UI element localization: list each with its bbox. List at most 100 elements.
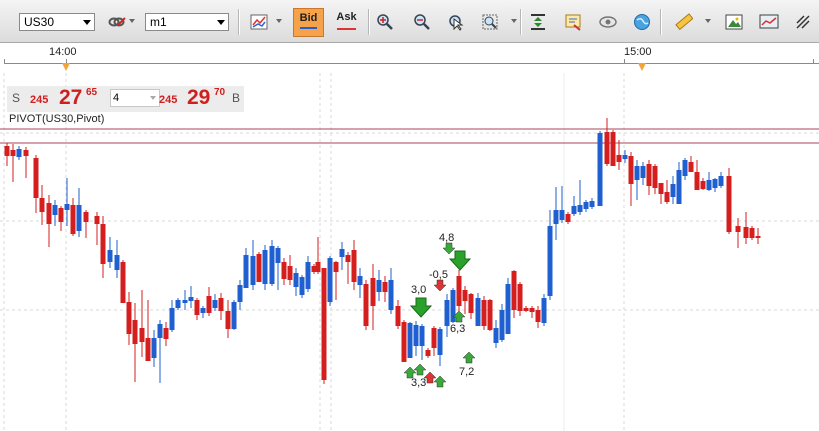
candle-down <box>535 306 541 328</box>
image-icon[interactable] <box>722 10 746 34</box>
toolbar-divider <box>660 9 662 35</box>
candle-up <box>413 321 419 356</box>
candle-down <box>395 300 401 329</box>
toolbar-divider <box>368 9 370 35</box>
candle-down <box>120 260 126 303</box>
chevron-down-icon[interactable] <box>705 19 711 23</box>
candle-down <box>206 287 212 316</box>
candle-body <box>652 166 658 188</box>
chevron-down-icon <box>83 20 91 25</box>
candle-body <box>194 300 200 315</box>
candle-down <box>468 293 474 319</box>
candle-body <box>388 280 394 310</box>
candle-body <box>456 276 462 306</box>
candle-up <box>419 324 425 360</box>
buy-price-pips[interactable]: 70 <box>214 87 225 98</box>
price-chart[interactable]: 4,8 -0,53,0 6,3 7,2 3,3 <box>0 73 819 431</box>
candle-body <box>275 248 281 263</box>
candle-body <box>395 306 401 326</box>
candle-up <box>583 200 589 212</box>
link-icon[interactable] <box>105 10 129 34</box>
candle-down <box>363 280 369 330</box>
candle-down <box>735 218 741 248</box>
candle-up <box>541 294 547 326</box>
signal-label: 3,3 <box>411 377 426 389</box>
time-marker-icon[interactable] <box>62 63 70 71</box>
candle-body <box>712 179 718 188</box>
chevron-down-icon[interactable] <box>511 19 517 23</box>
candle-up <box>64 178 70 226</box>
candle-up <box>670 176 676 204</box>
candle-up <box>676 162 682 204</box>
eye-icon[interactable] <box>596 10 620 34</box>
candle-up <box>634 160 640 200</box>
candle-up <box>107 237 113 268</box>
fit-icon[interactable] <box>526 10 550 34</box>
arrow-down-icon <box>433 279 447 292</box>
chevron-down-icon[interactable] <box>129 19 135 23</box>
candle-up <box>293 268 299 296</box>
candle-body <box>145 338 151 361</box>
symbol-select[interactable]: US30 <box>19 13 95 31</box>
sell-price-main[interactable]: 27 <box>59 86 82 110</box>
candle-down <box>652 164 658 194</box>
candle-body <box>597 133 603 206</box>
zoom-in-icon[interactable] <box>373 10 397 34</box>
chevron-down-icon[interactable] <box>276 19 282 23</box>
candle-body <box>640 166 646 178</box>
toolbar-divider <box>520 9 522 35</box>
candle-body <box>559 210 565 220</box>
time-label: 14:00 <box>49 46 77 58</box>
candle-body <box>604 132 610 164</box>
candle-body <box>487 300 493 330</box>
ruler-icon[interactable] <box>672 10 696 34</box>
candle-down <box>401 320 407 362</box>
buy-price-main[interactable]: 29 <box>187 86 210 110</box>
candle-body <box>553 210 559 224</box>
zoom-area-icon[interactable] <box>478 10 502 34</box>
candle-up <box>157 320 163 383</box>
quantity-input[interactable]: 4 <box>110 89 160 107</box>
screenshot-icon[interactable] <box>757 10 781 34</box>
candle-down <box>565 212 571 224</box>
cursor-icon[interactable] <box>443 10 467 34</box>
quote-panel: S 245 27 65 4 245 29 70 B <box>7 86 244 112</box>
ask-button[interactable]: Ask <box>331 8 362 37</box>
candle-down <box>487 299 493 331</box>
candle-up <box>175 298 181 310</box>
draw-icon[interactable] <box>791 10 815 34</box>
sell-label[interactable]: S <box>12 91 20 105</box>
sell-price-pips[interactable]: 65 <box>86 87 97 98</box>
sell-price-prefix[interactable]: 245 <box>30 94 48 106</box>
candle-down <box>370 264 376 330</box>
chart-type-icon[interactable] <box>247 10 271 34</box>
candle-body <box>700 181 706 189</box>
time-marker-icon[interactable] <box>638 63 646 71</box>
candle-body <box>218 298 224 311</box>
candle-up <box>553 187 559 240</box>
candle-up <box>243 248 249 288</box>
candle-body <box>577 205 583 212</box>
candle-down <box>4 143 10 166</box>
candle-body <box>100 224 106 264</box>
buy-price-prefix[interactable]: 245 <box>159 94 177 106</box>
candle-up <box>376 270 382 301</box>
candle-up <box>114 240 120 278</box>
candle-body <box>688 162 694 172</box>
timeframe-select[interactable]: m1 <box>145 13 229 31</box>
candle-down <box>517 282 523 316</box>
candle-body <box>287 266 293 280</box>
settings-icon[interactable] <box>561 10 585 34</box>
candle-up <box>577 180 583 215</box>
candle-body <box>565 214 571 222</box>
candle-up <box>597 131 603 206</box>
candle-down <box>755 228 761 244</box>
globe-icon[interactable] <box>630 10 654 34</box>
zoom-out-icon[interactable] <box>410 10 434 34</box>
candle-body <box>139 328 145 342</box>
candle-body <box>529 308 535 312</box>
arrow-down-icon <box>442 242 456 255</box>
bid-button[interactable]: Bid <box>293 8 324 37</box>
candle-down <box>33 155 39 213</box>
buy-label[interactable]: B <box>232 91 240 105</box>
